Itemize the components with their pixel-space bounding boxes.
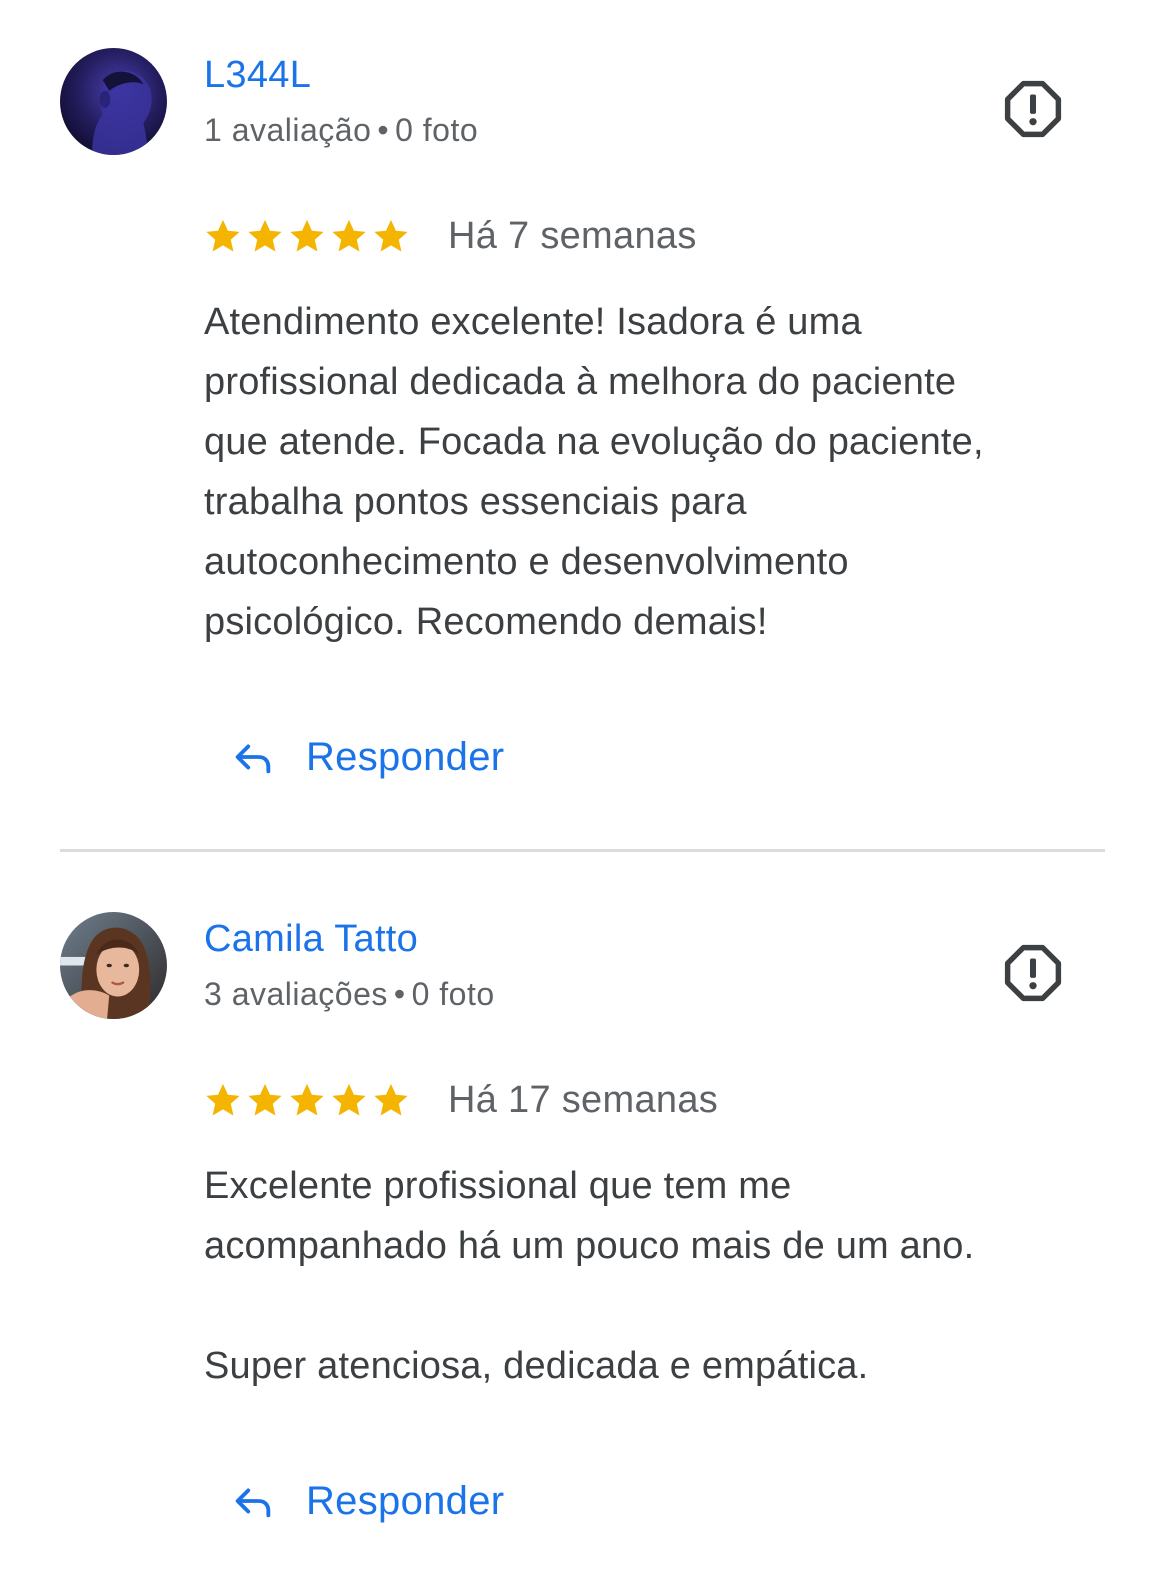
star-rating bbox=[204, 217, 410, 255]
review-count: 1 avaliação bbox=[204, 112, 372, 148]
star-icon bbox=[332, 1083, 366, 1116]
report-flag-icon[interactable] bbox=[1004, 80, 1062, 138]
star-icon bbox=[332, 219, 366, 252]
review-card: L344L 1 avaliação • 0 foto Há 7 semanas At… bbox=[0, 0, 1170, 852]
star-icon bbox=[374, 219, 408, 252]
star-icon bbox=[290, 219, 324, 252]
review-date: Há 7 semanas bbox=[448, 214, 697, 257]
author-meta: 3 avaliações • 0 foto bbox=[204, 976, 495, 1013]
reply-arrow-icon bbox=[235, 744, 271, 774]
meta-separator: • bbox=[393, 976, 406, 1012]
avatar[interactable] bbox=[60, 912, 167, 1019]
review-date: Há 17 semanas bbox=[448, 1078, 719, 1121]
report-flag-icon[interactable] bbox=[1004, 944, 1062, 1002]
avatar[interactable] bbox=[60, 48, 167, 155]
rating-row: Há 7 semanas bbox=[204, 212, 697, 260]
reply-label: Responder bbox=[306, 1478, 505, 1523]
reply-label: Responder bbox=[306, 734, 505, 779]
review-count: 3 avaliações bbox=[204, 976, 388, 1012]
meta-separator: • bbox=[377, 112, 390, 148]
reply-button[interactable]: Responder bbox=[230, 1471, 504, 1531]
author-meta: 1 avaliação • 0 foto bbox=[204, 112, 478, 149]
star-icon bbox=[206, 219, 240, 252]
star-rating bbox=[204, 1081, 410, 1119]
rating-row: Há 17 semanas bbox=[204, 1076, 718, 1124]
review-text: Excelente profissional que tem me acompa… bbox=[204, 1165, 975, 1387]
author-name[interactable]: Camila Tatto bbox=[204, 918, 418, 961]
star-icon bbox=[374, 1083, 408, 1116]
reply-button[interactable]: Responder bbox=[230, 727, 504, 787]
author-name[interactable]: L344L bbox=[204, 54, 311, 97]
review-text: Atendimento excelente! Isadora é uma pro… bbox=[204, 301, 984, 643]
photo-count: 0 foto bbox=[395, 112, 479, 148]
photo-count: 0 foto bbox=[411, 976, 495, 1012]
review-card: Camila Tatto 3 avaliações • 0 foto Há 17 s… bbox=[0, 852, 1170, 1575]
star-icon bbox=[290, 1083, 324, 1116]
star-icon bbox=[248, 219, 282, 252]
avatar-image bbox=[60, 48, 167, 155]
avatar-image bbox=[60, 912, 167, 1019]
star-icon bbox=[248, 1083, 282, 1116]
reply-arrow-icon bbox=[235, 1488, 271, 1518]
star-icon bbox=[206, 1083, 240, 1116]
